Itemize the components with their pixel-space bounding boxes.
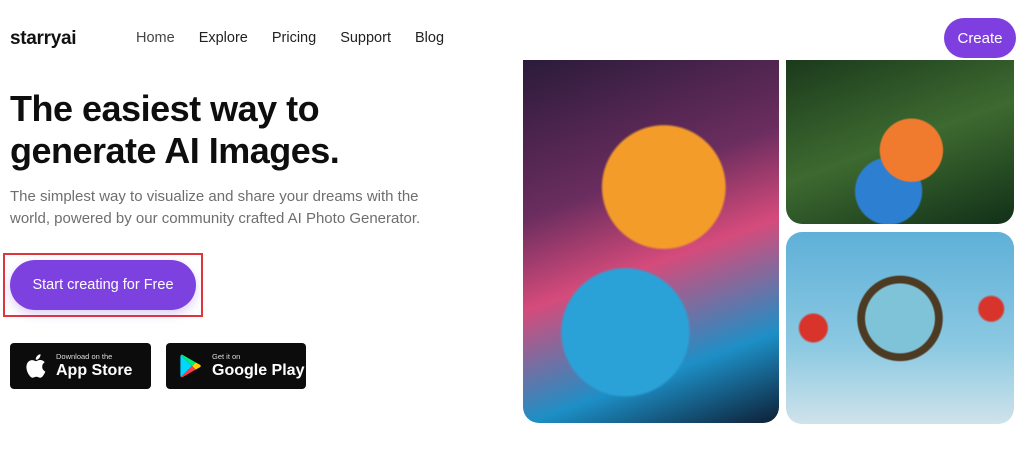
google-play-big: Google Play — [212, 361, 305, 379]
nav-support[interactable]: Support — [340, 30, 391, 46]
clock-image — [786, 232, 1014, 424]
google-play-icon — [178, 353, 204, 379]
headline-line-2: generate AI Images. — [10, 130, 340, 172]
page-title: The easiest way to generate AI Images. — [10, 88, 340, 173]
headline-line-1: The easiest way to — [10, 88, 320, 129]
apple-icon — [22, 353, 48, 379]
subtitle-line-1: The simplest way to visualize and share … — [10, 188, 419, 205]
start-creating-button[interactable]: Start creating for Free — [10, 260, 196, 310]
app-store-button[interactable]: Download on the App Store — [10, 343, 151, 389]
nav-pricing[interactable]: Pricing — [272, 30, 316, 46]
nav-home[interactable]: Home — [136, 30, 175, 46]
tiger-image — [523, 60, 779, 423]
nav-blog[interactable]: Blog — [415, 30, 444, 46]
app-store-small: Download on the — [56, 352, 113, 362]
google-play-small: Get it on — [212, 352, 241, 362]
bird-image — [786, 60, 1014, 224]
subtitle: The simplest way to visualize and share … — [10, 186, 480, 230]
create-button[interactable]: Create — [944, 18, 1016, 58]
top-nav: Home Explore Pricing Support Blog — [136, 30, 468, 46]
logo[interactable]: starryai — [10, 28, 77, 50]
app-store-text: Download on the App Store — [56, 353, 132, 379]
nav-explore[interactable]: Explore — [199, 30, 248, 46]
google-play-text: Get it on Google Play — [212, 353, 304, 379]
subtitle-line-2: world, powered by our community crafted … — [10, 209, 421, 227]
google-play-button[interactable]: Get it on Google Play — [166, 343, 306, 389]
app-store-big: App Store — [56, 361, 133, 379]
